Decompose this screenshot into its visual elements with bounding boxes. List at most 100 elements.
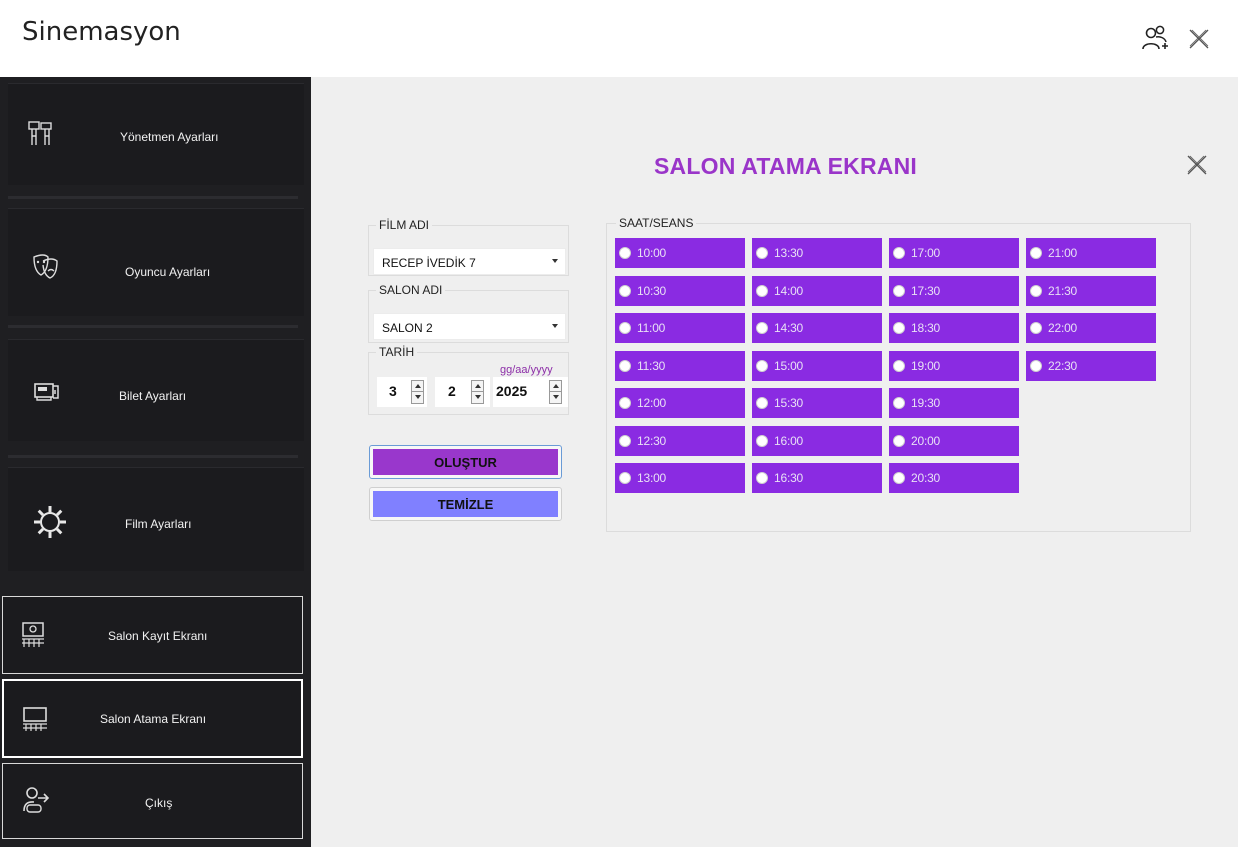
time-slot-radio[interactable]: 14:00 (752, 275, 882, 306)
time-slot-radio[interactable]: 12:30 (615, 425, 745, 456)
day-stepper[interactable]: 3 (377, 377, 427, 407)
time-slot-radio[interactable]: 13:00 (615, 463, 745, 493)
chevron-down-icon (552, 324, 558, 328)
salon-group-label: SALON ADI (376, 283, 446, 297)
sidebar-item-label: Film Ayarları (125, 517, 192, 531)
time-slot-label: 13:00 (637, 471, 667, 485)
day-value: 3 (389, 383, 397, 399)
film-group: FİLM ADI RECEP İVEDİK 7 (368, 218, 569, 276)
divider (8, 325, 298, 328)
close-icon[interactable] (1183, 151, 1211, 179)
time-slot-radio[interactable]: 12:00 (615, 388, 745, 418)
radio-icon (619, 472, 631, 484)
time-slot-label: 21:00 (1048, 246, 1078, 260)
app-title: Sinemasyon (22, 17, 181, 47)
time-slot-radio[interactable]: 19:00 (889, 350, 1019, 381)
time-slot-radio[interactable]: 11:00 (615, 313, 745, 343)
exit-user-icon (22, 785, 50, 820)
sidebar-item-exit[interactable]: Çıkış (2, 763, 303, 839)
time-slot-radio[interactable]: 18:30 (889, 313, 1019, 343)
sidebar-item-salon-kayit[interactable]: Salon Kayıt Ekranı (2, 596, 303, 674)
month-value: 2 (448, 383, 456, 399)
time-slot-radio[interactable]: 15:00 (752, 350, 882, 381)
add-user-icon[interactable] (1140, 24, 1170, 54)
seans-group: SAAT/SEANS 10:00 10:30 11:00 11:30 12:00 12:3… (606, 216, 1191, 532)
time-slot-label: 11:00 (637, 321, 666, 335)
sidebar-item-actor[interactable]: Oyuncu Ayarları (8, 208, 304, 316)
month-up-button[interactable] (472, 381, 483, 392)
time-slot-radio[interactable]: 20:30 (889, 463, 1019, 493)
radio-icon (1030, 359, 1042, 372)
time-slot-radio[interactable]: 19:30 (889, 388, 1019, 418)
month-stepper[interactable]: 2 (435, 377, 490, 407)
time-slot-radio[interactable]: 21:00 (1026, 238, 1156, 268)
time-slot-radio[interactable]: 20:00 (889, 425, 1019, 456)
title-bar: Sinemasyon (0, 0, 1238, 77)
time-slot-label: 16:00 (774, 433, 804, 448)
radio-icon (893, 322, 905, 334)
time-slot-radio[interactable]: 15:30 (752, 388, 882, 418)
seans-group-label: SAAT/SEANS (616, 216, 697, 230)
time-slot-radio[interactable]: 14:30 (752, 313, 882, 343)
month-down-button[interactable] (472, 392, 483, 403)
radio-icon (619, 322, 631, 334)
time-slot-label: 16:30 (774, 471, 804, 485)
radio-icon (1030, 322, 1042, 334)
time-slot-radio[interactable]: 21:30 (1026, 275, 1156, 306)
clear-button[interactable]: TEMİZLE (369, 487, 562, 521)
day-down-button[interactable] (412, 392, 423, 403)
sidebar-item-label: Yönetmen Ayarları (120, 130, 219, 144)
radio-icon (756, 397, 768, 409)
close-icon[interactable] (1186, 26, 1212, 52)
time-slot-radio[interactable]: 22:00 (1026, 313, 1156, 343)
time-slot-label: 15:30 (774, 396, 804, 410)
sidebar-item-film[interactable]: Film Ayarları (8, 467, 304, 571)
time-slot-label: 10:00 (637, 246, 667, 260)
time-slot-label: 22:30 (1048, 358, 1078, 373)
year-stepper[interactable]: 2025 (493, 377, 568, 407)
ticket-machine-icon (33, 376, 61, 409)
film-select-value: RECEP İVEDİK 7 (382, 256, 476, 270)
radio-icon (893, 434, 905, 447)
divider (8, 196, 298, 199)
main-panel: SALON ATAMA EKRANI FİLM ADI RECEP İVEDİK… (311, 77, 1238, 847)
time-slot-radio[interactable]: 16:00 (752, 425, 882, 456)
clear-button-label: TEMİZLE (373, 491, 558, 517)
time-slot-radio[interactable]: 17:30 (889, 275, 1019, 306)
time-slot-label: 17:30 (911, 283, 941, 298)
time-slot-radio[interactable]: 16:30 (752, 463, 882, 493)
film-select[interactable]: RECEP İVEDİK 7 (373, 248, 566, 275)
time-slot-radio[interactable]: 22:30 (1026, 350, 1156, 381)
time-slot-radio[interactable]: 17:00 (889, 238, 1019, 268)
film-group-label: FİLM ADI (376, 218, 433, 232)
time-slot-label: 20:30 (911, 471, 941, 485)
sidebar-item-salon-atama[interactable]: Salon Atama Ekranı (2, 679, 303, 758)
radio-icon (756, 359, 768, 372)
divider (8, 455, 298, 458)
sidebar-item-label: Bilet Ayarları (119, 389, 187, 403)
radio-icon (619, 397, 631, 409)
sidebar-item-ticket[interactable]: Bilet Ayarları (8, 339, 304, 441)
salon-select[interactable]: SALON 2 (373, 313, 566, 340)
sidebar-item-director[interactable]: Yönetmen Ayarları (8, 83, 304, 185)
time-slot-label: 17:00 (911, 246, 941, 260)
gear-icon (32, 504, 68, 545)
time-slot-radio[interactable]: 10:30 (615, 275, 745, 306)
year-value: 2025 (496, 383, 528, 399)
time-slot-radio[interactable]: 11:30 (615, 350, 745, 381)
create-button[interactable]: OLUŞTUR (369, 445, 562, 479)
page-title: SALON ATAMA EKRANI (654, 153, 917, 179)
day-up-button[interactable] (412, 381, 423, 392)
year-down-button[interactable] (550, 392, 561, 403)
radio-icon (619, 359, 631, 372)
date-group: TARİH 3 2 2025 (368, 345, 569, 415)
time-slot-label: 14:30 (774, 321, 804, 335)
time-slot-label: 11:30 (637, 358, 666, 373)
year-up-button[interactable] (550, 381, 561, 392)
date-group-label: TARİH (376, 345, 418, 359)
year-spin-buttons (549, 380, 562, 404)
time-slot-radio[interactable]: 10:00 (615, 238, 745, 268)
time-slot-radio[interactable]: 13:30 (752, 238, 882, 268)
radio-icon (893, 397, 905, 409)
date-format-hint: gg/aa/yyyy (500, 364, 553, 376)
